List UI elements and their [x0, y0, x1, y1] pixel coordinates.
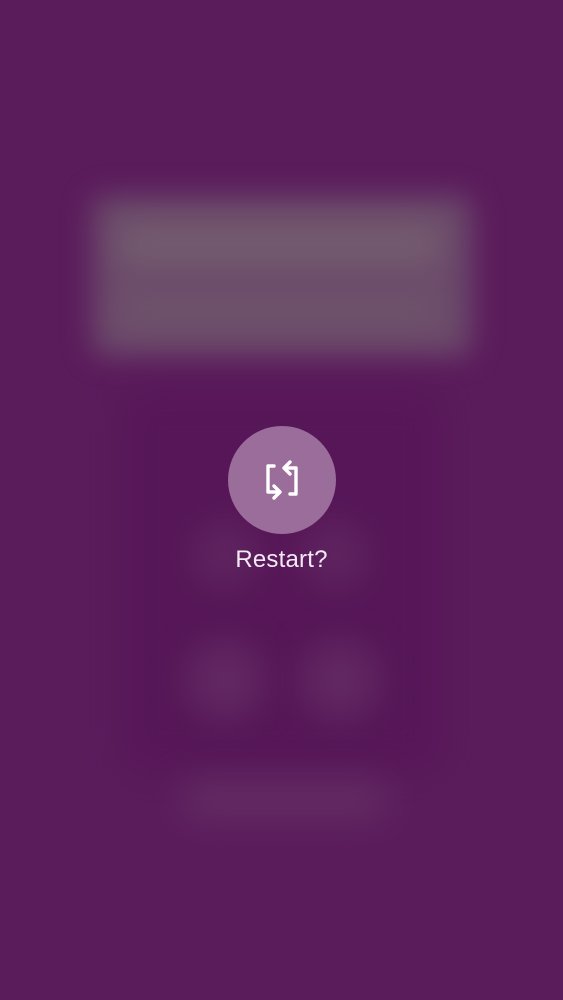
blurred-shape [185, 640, 265, 720]
blurred-row [120, 222, 440, 268]
blurred-shape [180, 780, 390, 820]
blurred-row [120, 286, 440, 330]
restart-prompt: Restart? [0, 426, 563, 574]
blurred-panel [92, 196, 472, 356]
restart-label: Restart? [235, 546, 328, 573]
blurred-shape [300, 640, 380, 720]
restart-button[interactable] [227, 426, 336, 534]
restart-icon [259, 457, 305, 503]
